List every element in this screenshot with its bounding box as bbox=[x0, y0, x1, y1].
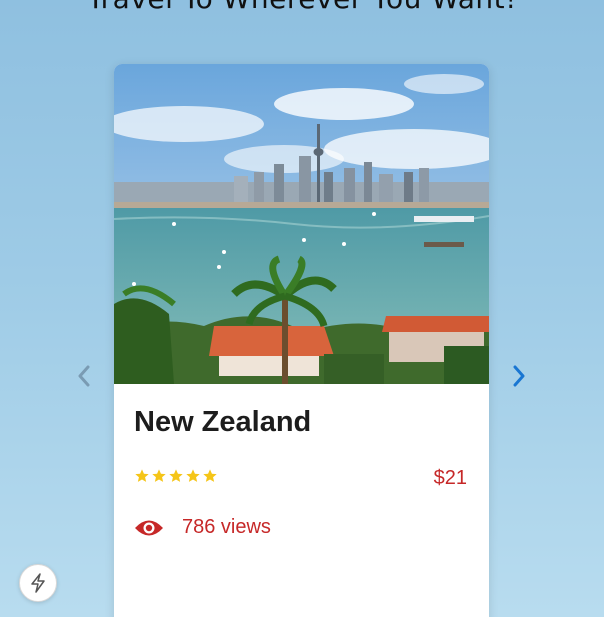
star-icon bbox=[203, 469, 217, 482]
star-icon bbox=[169, 469, 183, 482]
carousel-prev-button[interactable] bbox=[70, 362, 98, 390]
destination-title: New Zealand bbox=[134, 406, 312, 438]
star-icon bbox=[186, 469, 200, 482]
views-row: 786 views bbox=[134, 516, 271, 539]
star-icon bbox=[152, 469, 166, 482]
views-count: 786 views bbox=[182, 516, 271, 538]
lightning-bolt-icon bbox=[31, 573, 45, 593]
page-heading: Travel To Wherever You Want! bbox=[0, 0, 604, 15]
price-label: $21 bbox=[433, 467, 467, 489]
quick-action-button[interactable] bbox=[19, 564, 57, 602]
destination-photo bbox=[114, 64, 489, 384]
destination-card[interactable]: New Zealand $21 786 views bbox=[114, 64, 489, 617]
rating-stars bbox=[134, 468, 218, 484]
chevron-left-icon bbox=[78, 365, 90, 387]
star-icon bbox=[135, 469, 149, 482]
carousel-next-button[interactable] bbox=[505, 362, 533, 390]
chevron-right-icon bbox=[513, 365, 525, 387]
eye-icon bbox=[135, 520, 163, 535]
